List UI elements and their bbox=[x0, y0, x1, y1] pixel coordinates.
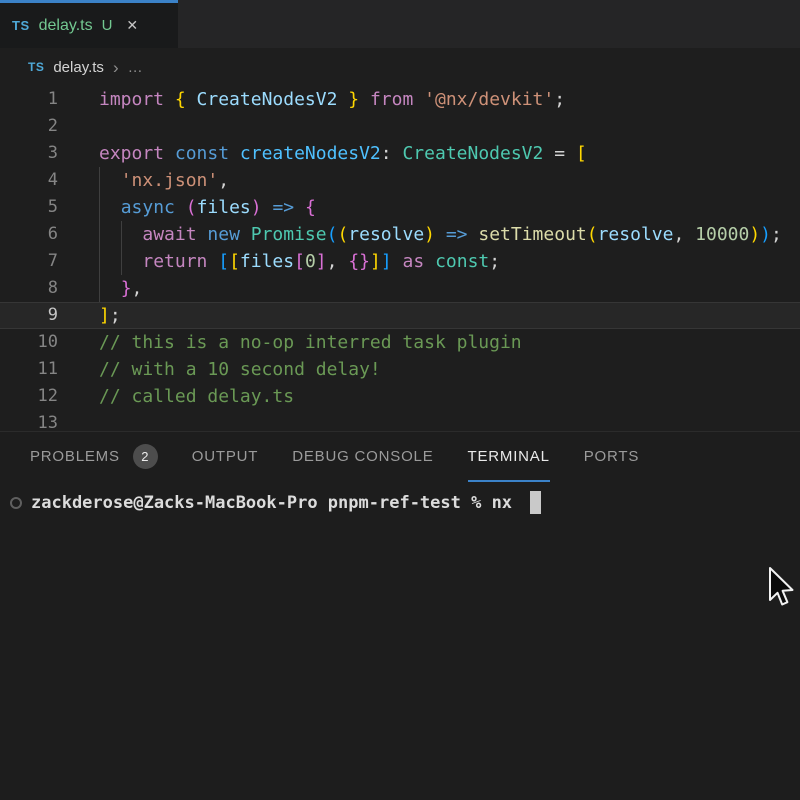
typescript-file-icon: TS bbox=[28, 60, 44, 74]
code-text[interactable]: // with a 10 second delay! bbox=[99, 356, 800, 383]
code-line[interactable]: 2 bbox=[0, 113, 800, 140]
indent-guide bbox=[99, 275, 100, 302]
panel-tab-debug-console[interactable]: DEBUG CONSOLE bbox=[292, 432, 433, 482]
code-line[interactable]: 9]; bbox=[0, 302, 800, 329]
code-line[interactable]: 5 async (files) => { bbox=[0, 194, 800, 221]
code-editor[interactable]: 1 import { CreateNodesV2 } from '@nx/devk… bbox=[0, 86, 800, 431]
tab-file-name: delay.ts bbox=[39, 17, 93, 35]
line-number: 12 bbox=[0, 383, 58, 410]
code-line[interactable]: 4 'nx.json', bbox=[0, 167, 800, 194]
panel-tab-ports[interactable]: PORTS bbox=[584, 432, 639, 482]
breadcrumb-file-name[interactable]: delay.ts bbox=[53, 59, 104, 76]
line-number: 2 bbox=[0, 113, 58, 140]
code-line[interactable]: 1 import { CreateNodesV2 } from '@nx/devk… bbox=[0, 86, 800, 113]
panel-tab-label: PROBLEMS bbox=[30, 448, 120, 465]
code-text[interactable]: import { CreateNodesV2 } from '@nx/devki… bbox=[99, 86, 800, 113]
typescript-file-icon: TS bbox=[12, 18, 30, 33]
breadcrumb-symbol-ellipsis[interactable]: … bbox=[128, 59, 144, 76]
line-number: 9 bbox=[0, 302, 58, 329]
git-status-badge: U bbox=[102, 17, 113, 34]
code-line[interactable]: 3 export const createNodesV2: CreateNodes… bbox=[0, 140, 800, 167]
indent-guide bbox=[99, 194, 100, 221]
panel-tab-problems[interactable]: PROBLEMS 2 bbox=[30, 432, 158, 482]
code-text[interactable]: export const createNodesV2: CreateNodesV… bbox=[99, 140, 800, 167]
code-line[interactable]: 7 return [[files[0], {}]] as const; bbox=[0, 248, 800, 275]
code-text[interactable]: // this is a no-op interred task plugin bbox=[99, 329, 800, 356]
code-text[interactable]: return [[files[0], {}]] as const; bbox=[99, 248, 800, 275]
panel-tab-label: OUTPUT bbox=[192, 448, 258, 465]
code-line[interactable]: 13 bbox=[0, 410, 800, 431]
line-number: 4 bbox=[0, 167, 58, 194]
code-line[interactable]: 11 // with a 10 second delay! bbox=[0, 356, 800, 383]
indent-guide bbox=[99, 221, 100, 248]
code-text[interactable] bbox=[99, 410, 800, 431]
line-number: 10 bbox=[0, 329, 58, 356]
command-decoration-icon bbox=[10, 497, 22, 509]
terminal[interactable]: zackderose@Zacks-MacBook-Pro pnpm-ref-te… bbox=[10, 491, 800, 514]
code-text[interactable]: 'nx.json', bbox=[99, 167, 800, 194]
line-number: 7 bbox=[0, 248, 58, 275]
panel-tab-output[interactable]: OUTPUT bbox=[192, 432, 258, 482]
indent-guide bbox=[121, 221, 122, 248]
code-text[interactable]: await new Promise((resolve) => setTimeou… bbox=[99, 221, 800, 248]
code-text[interactable]: // called delay.ts bbox=[99, 383, 800, 410]
line-number: 3 bbox=[0, 140, 58, 167]
indent-guide bbox=[99, 248, 100, 275]
problems-count-badge: 2 bbox=[133, 444, 158, 469]
panel-tab-label: TERMINAL bbox=[468, 448, 550, 465]
panel-tab-label: PORTS bbox=[584, 448, 639, 465]
line-number: 13 bbox=[0, 410, 58, 431]
code-text[interactable]: async (files) => { bbox=[99, 194, 800, 221]
indent-guide bbox=[121, 248, 122, 275]
code-text[interactable]: ]; bbox=[99, 302, 800, 329]
close-icon[interactable]: ✕ bbox=[126, 17, 138, 34]
panel-tab-bar: PROBLEMS 2 OUTPUT DEBUG CONSOLE TERMINAL PORT… bbox=[0, 432, 800, 482]
editor-lines: 1 import { CreateNodesV2 } from '@nx/devk… bbox=[0, 86, 800, 431]
panel-tab-terminal[interactable]: TERMINAL bbox=[468, 432, 550, 482]
terminal-cursor bbox=[530, 491, 541, 514]
indent-guide bbox=[99, 167, 100, 194]
mouse-cursor-icon bbox=[766, 566, 794, 610]
code-line[interactable]: 6 await new Promise((resolve) => setTime… bbox=[0, 221, 800, 248]
line-number: 5 bbox=[0, 194, 58, 221]
line-number: 6 bbox=[0, 221, 58, 248]
line-number: 8 bbox=[0, 275, 58, 302]
code-line[interactable]: 10 // this is a no-op interred task plugi… bbox=[0, 329, 800, 356]
code-text[interactable] bbox=[99, 113, 800, 140]
panel-tab-label: DEBUG CONSOLE bbox=[292, 448, 433, 465]
line-number: 11 bbox=[0, 356, 58, 383]
line-number: 1 bbox=[0, 86, 58, 113]
breadcrumb: TS delay.ts › … bbox=[0, 48, 800, 86]
code-line[interactable]: 8 }, bbox=[0, 275, 800, 302]
tab-delay-ts[interactable]: TS delay.ts U ✕ bbox=[0, 0, 178, 48]
terminal-prompt: zackderose@Zacks-MacBook-Pro pnpm-ref-te… bbox=[31, 493, 512, 513]
code-text[interactable]: }, bbox=[99, 275, 800, 302]
bottom-panel: PROBLEMS 2 OUTPUT DEBUG CONSOLE TERMINAL PORT… bbox=[0, 431, 800, 800]
tab-bar: TS delay.ts U ✕ bbox=[0, 0, 800, 48]
chevron-right-icon: › bbox=[113, 59, 119, 76]
code-line[interactable]: 12 // called delay.ts bbox=[0, 383, 800, 410]
